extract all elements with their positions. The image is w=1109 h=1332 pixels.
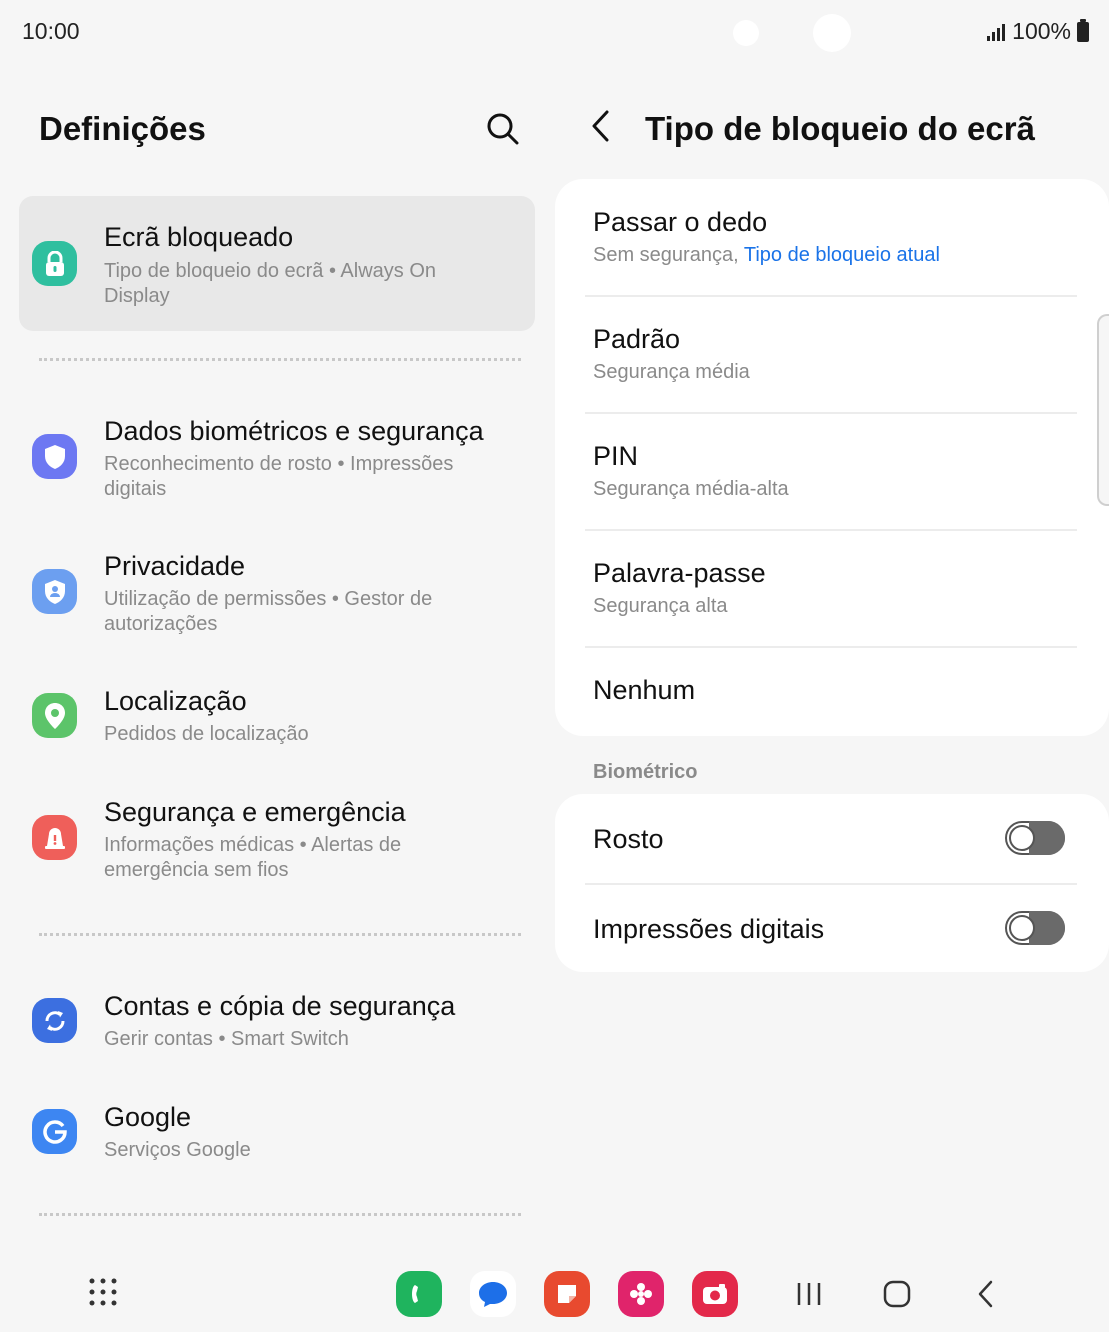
camera-cutout (813, 14, 851, 52)
shield-icon (32, 434, 77, 479)
messages-app-icon[interactable] (470, 1271, 516, 1317)
face-toggle[interactable] (1005, 821, 1065, 855)
option-subtitle: Segurança média (593, 361, 750, 383)
settings-item-title: Contas e cópia de segurança (104, 991, 456, 1021)
sync-icon (32, 998, 77, 1043)
group-divider (39, 1213, 521, 1216)
battery-icon (1077, 18, 1089, 42)
toggle-knob (1009, 825, 1035, 851)
toggle-knob (1009, 915, 1035, 941)
settings-item-subtitle: Tipo de bloqueio do ecrã • Always On Dis… (104, 260, 437, 307)
recent-apps-icon[interactable] (795, 1280, 823, 1308)
option-subtitle-text: Sem segurança, (593, 244, 739, 266)
biometrics-card: Rosto Impressões digitais (555, 794, 1109, 972)
settings-item-title: Ecrã bloqueado (104, 222, 294, 252)
privacy-icon (32, 569, 77, 614)
option-password[interactable]: Palavra-passe Segurança alta (593, 558, 1083, 618)
status-indicators: 100% (986, 18, 1089, 45)
group-divider (39, 358, 521, 361)
option-separator (585, 529, 1077, 531)
option-title: Passar o dedo (593, 207, 768, 237)
settings-item-title: Dados biométricos e segurança (104, 416, 484, 446)
settings-item-biometrics[interactable]: Dados biométricos e segurança Reconhecim… (19, 404, 535, 514)
settings-item-title: Segurança e emergência (104, 797, 406, 827)
option-swipe[interactable]: Passar o dedo Sem segurança, Tipo de blo… (593, 207, 1083, 267)
search-icon[interactable] (484, 110, 522, 148)
status-time: 10:00 (22, 18, 80, 44)
settings-item-privacy[interactable]: Privacidade Utilização de permissões • G… (19, 539, 535, 649)
settings-item-title: Privacidade (104, 551, 246, 581)
settings-item-safety-emergency[interactable]: Segurança e emergência Informações médic… (19, 785, 535, 895)
battery-percent: 100% (1012, 18, 1071, 44)
emergency-alert-icon (32, 815, 77, 860)
page-title: Definições (39, 110, 206, 147)
settings-item-lock-screen[interactable]: Ecrã bloqueado Tipo de bloqueio do ecrã … (19, 196, 535, 331)
page-title: Tipo de bloqueio do ecrã (645, 110, 1035, 147)
camera-app-icon[interactable] (692, 1271, 738, 1317)
notes-app-icon[interactable] (544, 1271, 590, 1317)
option-separator (585, 883, 1077, 885)
lock-options-card: Passar o dedo Sem segurança, Tipo de blo… (555, 179, 1109, 736)
location-pin-icon (32, 693, 77, 738)
section-label-biometric: Biométrico (593, 761, 698, 783)
camera-cutout (733, 20, 759, 46)
current-lock-label: Tipo de bloqueio atual (743, 244, 940, 266)
option-none[interactable]: Nenhum (593, 675, 1083, 706)
settings-item-location[interactable]: Localização Pedidos de localização (19, 674, 535, 764)
option-subtitle: Sem segurança, Tipo de bloqueio atual (593, 244, 1083, 267)
apps-grid-icon[interactable] (88, 1277, 118, 1307)
status-bar: 10:00 100% (0, 0, 1109, 64)
back-icon[interactable] (975, 1279, 997, 1309)
settings-item-subtitle: Pedidos de localização (104, 723, 309, 745)
settings-item-accounts-backup[interactable]: Contas e cópia de segurança Gerir contas… (19, 979, 535, 1069)
settings-item-subtitle: Gerir contas • Smart Switch (104, 1028, 349, 1050)
phone-app-icon[interactable] (396, 1271, 442, 1317)
lock-icon (32, 241, 77, 286)
google-icon (32, 1109, 77, 1154)
settings-item-subtitle: Serviços Google (104, 1139, 251, 1161)
settings-item-google[interactable]: Google Serviços Google (19, 1090, 535, 1180)
settings-item-subtitle: Informações médicas • Alertas de emergên… (104, 834, 402, 881)
settings-list-pane: Definições Ecrã bloqueado Tipo de bloque… (0, 64, 555, 1244)
settings-item-subtitle: Reconhecimento de rosto • Impressões dig… (104, 453, 454, 500)
option-pin[interactable]: PIN Segurança média-alta (593, 441, 1083, 501)
option-pattern[interactable]: Padrão Segurança média (593, 324, 1083, 384)
group-divider (39, 933, 521, 936)
lock-type-pane: Tipo de bloqueio do ecrã Passar o dedo S… (555, 64, 1109, 1244)
option-subtitle: Segurança alta (593, 595, 728, 617)
option-subtitle: Segurança média-alta (593, 478, 789, 500)
back-arrow-icon[interactable] (585, 106, 615, 146)
option-separator (585, 646, 1077, 648)
option-separator (585, 295, 1077, 297)
settings-item-title: Google (104, 1102, 192, 1132)
gallery-app-icon[interactable] (618, 1271, 664, 1317)
taskbar (0, 1244, 1109, 1332)
settings-item-title: Localização (104, 686, 247, 716)
signal-icon (987, 23, 1006, 41)
option-title: Palavra-passe (593, 558, 766, 588)
fingerprint-toggle[interactable] (1005, 911, 1065, 945)
option-title: PIN (593, 441, 639, 471)
home-icon[interactable] (883, 1280, 911, 1308)
option-separator (585, 412, 1077, 414)
settings-item-subtitle: Utilização de permissões • Gestor de aut… (104, 588, 433, 635)
edge-panel-handle[interactable] (1097, 314, 1109, 506)
option-title: Padrão (593, 324, 681, 354)
option-title: Nenhum (593, 675, 696, 705)
